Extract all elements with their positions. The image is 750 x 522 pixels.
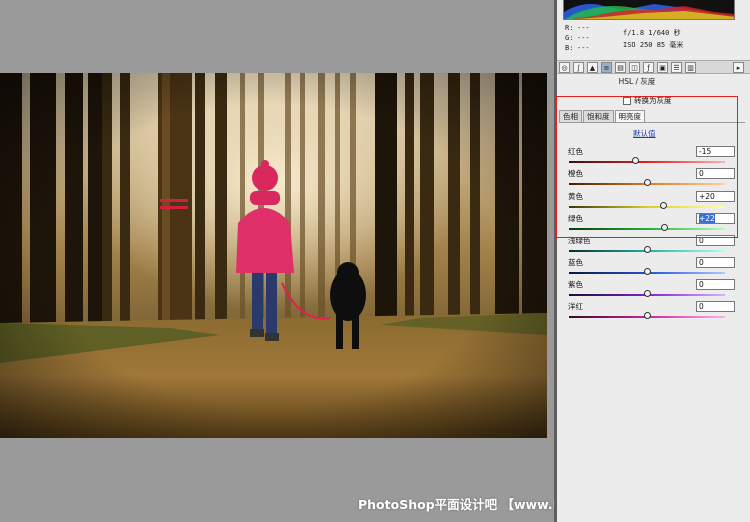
camera-calibration-icon[interactable]: ▣ <box>657 62 668 73</box>
section-title: HSL / 灰度 <box>618 77 656 86</box>
slider-label: 紫色 <box>568 280 583 289</box>
hsl-subtabs: 色相 饱和度 明亮度 <box>559 110 646 122</box>
slider-thumb[interactable] <box>644 246 651 253</box>
slider-track[interactable] <box>569 161 725 163</box>
slider-value-input[interactable]: +20 <box>696 191 735 202</box>
info-block: R: --- G: --- B: --- f/1.8 1/640 秒 ISO 250 … <box>565 24 743 56</box>
tab-saturation[interactable]: 饱和度 <box>583 110 614 122</box>
adjustment-panel: R: --- G: --- B: --- f/1.8 1/640 秒 ISO 250 … <box>557 0 750 522</box>
photo-preview[interactable] <box>0 73 547 438</box>
slider-label: 蓝色 <box>568 258 583 267</box>
tab-hue[interactable]: 色相 <box>559 110 582 122</box>
slider-blue: 蓝色 0 <box>567 257 737 281</box>
slider-label: 洋红 <box>568 302 583 311</box>
split-toning-icon[interactable]: ▤ <box>615 62 626 73</box>
slider-value-input[interactable]: 0 <box>696 168 735 179</box>
tool-tabs: ◎ ∫ ▲ ≡ ▤ ◫ ƒ ▣ ☰ ▥ ▸ <box>557 60 750 74</box>
slider-thumb[interactable] <box>659 202 667 209</box>
slider-yellow: 黄色 +20 <box>567 191 737 215</box>
slider-magenta: 洋红 0 <box>567 301 737 325</box>
slider-thumb[interactable] <box>644 312 651 319</box>
tone-curve-icon[interactable]: ∫ <box>573 62 584 73</box>
slider-aqua: 浅绿色 0 <box>567 235 737 259</box>
slider-red: 红色 -15 <box>567 146 737 170</box>
default-link[interactable]: 默认值 <box>633 128 656 139</box>
menu-icon[interactable]: ▸ <box>733 62 744 73</box>
exif-aperture-shutter: f/1.8 1/640 秒 <box>623 29 681 37</box>
hsl-icon[interactable]: ≡ <box>601 62 612 73</box>
rgb-g-readout: G: --- <box>565 34 590 42</box>
canvas-area: PhotoShop平面设计吧 【www.linecg.com/tieba/178… <box>0 0 721 522</box>
slider-label: 黄色 <box>568 192 583 201</box>
slider-thumb[interactable] <box>644 290 651 297</box>
histogram <box>563 0 735 20</box>
slider-value-input[interactable]: 0 <box>696 279 735 290</box>
slider-track[interactable] <box>569 228 725 230</box>
slider-label: 绿色 <box>568 214 583 223</box>
grayscale-toggle[interactable]: 转换为灰度 <box>623 95 672 106</box>
slider-value-input[interactable]: +22 <box>696 213 735 224</box>
slider-value-input[interactable]: 0 <box>696 301 735 312</box>
slider-thumb[interactable] <box>644 179 651 186</box>
grayscale-label: 转换为灰度 <box>634 96 672 105</box>
slider-label: 红色 <box>568 147 583 156</box>
grayscale-checkbox[interactable] <box>623 96 631 105</box>
slider-green: 绿色 +22 <box>567 213 737 237</box>
subtab-divider <box>559 122 745 123</box>
snapshots-icon[interactable]: ▥ <box>685 62 696 73</box>
slider-label: 橙色 <box>568 169 583 178</box>
slider-thumb[interactable] <box>644 268 651 275</box>
slider-value-input[interactable]: 0 <box>696 235 735 246</box>
presets-icon[interactable]: ☰ <box>671 62 682 73</box>
tab-luminance[interactable]: 明亮度 <box>614 110 645 122</box>
slider-purple: 紫色 0 <box>567 279 737 303</box>
slider-label: 浅绿色 <box>568 236 591 245</box>
rgb-b-readout: B: --- <box>565 44 590 52</box>
rgb-r-readout: R: --- <box>565 24 590 32</box>
effects-icon[interactable]: ƒ <box>643 62 654 73</box>
detail-icon[interactable]: ▲ <box>587 62 598 73</box>
basic-icon[interactable]: ◎ <box>559 62 570 73</box>
slider-track[interactable] <box>569 206 725 208</box>
slider-orange: 橙色 0 <box>567 168 737 192</box>
slider-value-input[interactable]: 0 <box>696 257 735 268</box>
slider-value-input[interactable]: -15 <box>696 146 735 157</box>
exif-iso-focal: ISO 250 85 毫米 <box>623 41 684 49</box>
lens-icon[interactable]: ◫ <box>629 62 640 73</box>
